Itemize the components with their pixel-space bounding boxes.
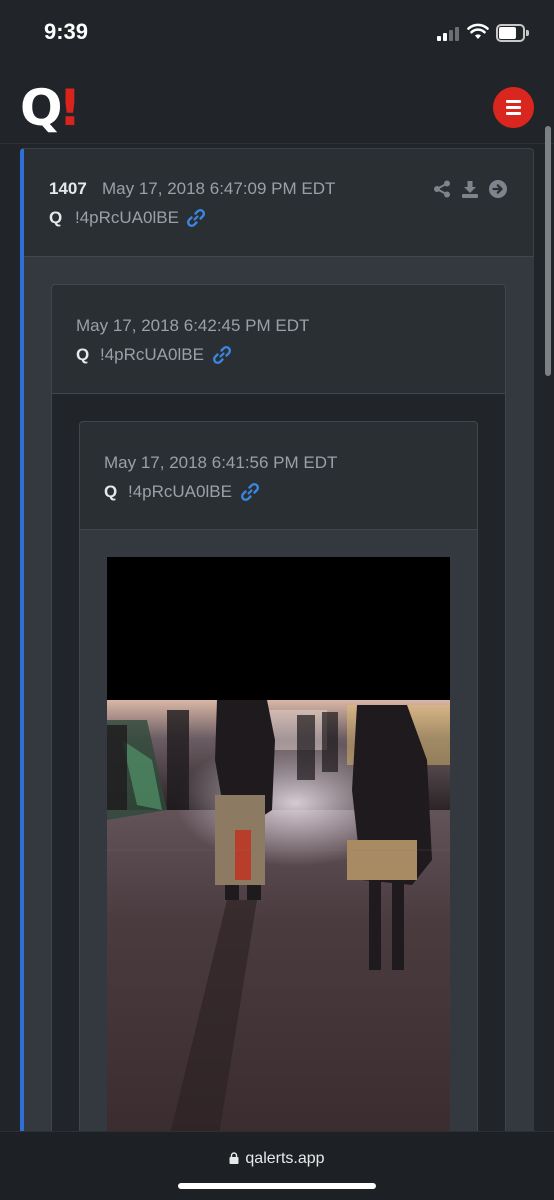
link-icon[interactable] <box>212 345 232 365</box>
post-author: Q <box>49 208 63 227</box>
home-indicator[interactable] <box>178 1183 376 1189</box>
link-icon[interactable] <box>186 208 206 228</box>
app-header: Q! <box>0 64 554 144</box>
qalerts-logo[interactable]: Q! <box>20 82 81 134</box>
menu-button[interactable] <box>493 87 534 128</box>
arrow-right-icon[interactable] <box>488 179 508 199</box>
hamburger-menu-icon <box>506 100 521 103</box>
share-icon[interactable] <box>432 179 452 199</box>
quoted-post-header: May 17, 2018 6:42:45 PM EDT Q !4pRcUA0lB… <box>52 285 505 394</box>
page-scrollbar[interactable] <box>545 126 551 376</box>
battery-icon <box>496 24 530 42</box>
post-number[interactable]: 1407 <box>49 179 87 199</box>
post-date: May 17, 2018 6:47:09 PM EDT <box>102 179 336 198</box>
logo-q: Q <box>20 79 62 137</box>
browser-address-bar[interactable]: qalerts.app <box>0 1131 554 1200</box>
night-street-photo <box>107 700 450 1147</box>
post-actions <box>432 179 508 199</box>
quoted-post-date: May 17, 2018 6:42:45 PM EDT <box>76 316 310 335</box>
status-time: 9:39 <box>44 19 89 44</box>
post-header: 1407 May 17, 2018 6:47:09 PM EDT Q !4pRc… <box>24 149 534 257</box>
quoted-post-tripcode: !4pRcUA0lBE <box>100 345 204 364</box>
url-display[interactable]: qalerts.app <box>0 1150 554 1168</box>
attached-image[interactable] <box>107 557 450 1147</box>
logo-exclamation: ! <box>58 79 82 137</box>
status-bar: 9:39 <box>0 0 554 64</box>
post-tripcode: !4pRcUA0lBE <box>75 208 179 227</box>
quoted-post-author: Q <box>76 345 90 364</box>
url-text: qalerts.app <box>245 1150 325 1167</box>
nested-quoted-post-author: Q <box>104 482 118 501</box>
nested-quoted-post-tripcode: !4pRcUA0lBE <box>128 482 232 501</box>
nested-quoted-post-header: May 17, 2018 6:41:56 PM EDT Q !4pRcUA0lB… <box>80 422 477 530</box>
lock-icon <box>229 1152 239 1164</box>
cellular-signal-icon <box>437 25 461 41</box>
download-icon[interactable] <box>460 179 480 199</box>
nested-quoted-post-date: May 17, 2018 6:41:56 PM EDT <box>104 453 338 472</box>
link-icon[interactable] <box>240 482 260 502</box>
image-black-band <box>107 557 450 700</box>
wifi-icon <box>467 23 489 39</box>
